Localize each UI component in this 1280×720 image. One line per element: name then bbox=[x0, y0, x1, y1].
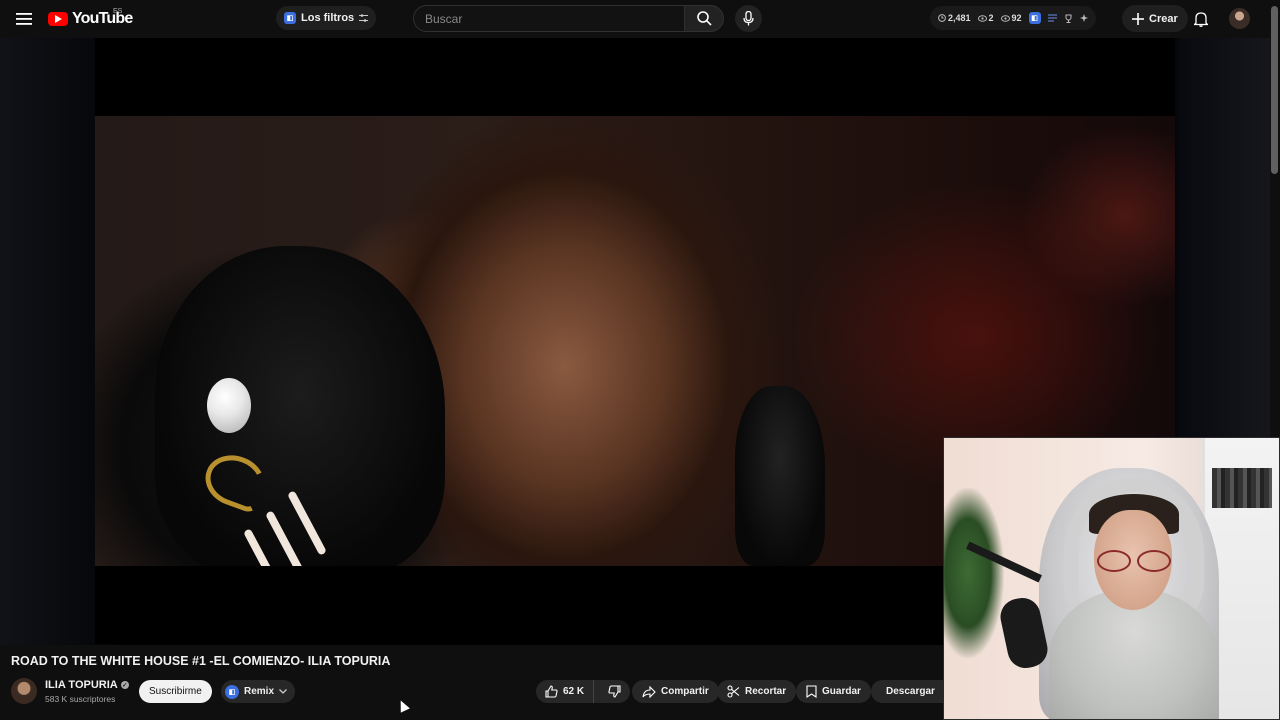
search-field[interactable] bbox=[413, 5, 685, 32]
search-icon bbox=[696, 11, 712, 26]
dislike-button[interactable] bbox=[599, 680, 630, 703]
video-title: ROAD TO THE WHITE HOUSE #1 -EL COMIENZO-… bbox=[11, 654, 391, 668]
youtube-play-icon bbox=[48, 12, 68, 26]
share-button[interactable]: Compartir bbox=[632, 680, 719, 703]
stats-extension-chip[interactable]: 2,481 2 92 ◧ bbox=[930, 6, 1096, 30]
extension-icon[interactable]: ◧ bbox=[1028, 12, 1041, 24]
clip-button[interactable]: Recortar bbox=[717, 680, 797, 703]
list-icon[interactable] bbox=[1047, 14, 1057, 22]
clip-label: Recortar bbox=[745, 686, 787, 697]
create-label: Crear bbox=[1149, 12, 1178, 25]
chevron-down-icon bbox=[279, 689, 287, 694]
download-label: Descargar bbox=[886, 686, 935, 697]
like-count: 62 K bbox=[563, 686, 585, 697]
scissors-icon bbox=[727, 685, 740, 698]
region-code: ES bbox=[113, 8, 123, 15]
verified-icon: ✓ bbox=[120, 681, 129, 689]
share-icon bbox=[642, 685, 656, 698]
eye-stat-b: 92 bbox=[1000, 13, 1022, 23]
webcam-glasses bbox=[1097, 550, 1171, 572]
video-glove-right bbox=[735, 386, 825, 566]
webcam-plant bbox=[944, 488, 1004, 658]
watch-time-stat: 2,481 bbox=[938, 13, 971, 23]
filters-extension-chip[interactable]: ◧ Los filtros bbox=[276, 6, 377, 30]
menu-button[interactable] bbox=[10, 5, 38, 33]
extension-icon: ◧ bbox=[284, 12, 296, 24]
search-button[interactable] bbox=[684, 5, 724, 32]
channel-name-link[interactable]: ILIA TOPURIA ✓ bbox=[45, 679, 129, 691]
page-scrollbar[interactable] bbox=[1271, 6, 1278, 174]
filters-label: Los filtros bbox=[301, 12, 355, 24]
plus-icon bbox=[1132, 12, 1144, 25]
notifications-button[interactable] bbox=[1190, 8, 1212, 30]
tune-icon bbox=[359, 14, 369, 22]
webcam-overlay bbox=[943, 437, 1280, 720]
share-label: Compartir bbox=[661, 686, 709, 697]
subscriber-count: 583 K suscriptores bbox=[45, 694, 116, 704]
webcam-books bbox=[1212, 468, 1272, 508]
download-button[interactable]: Descargar bbox=[871, 680, 943, 703]
eye-stat-a: 2 bbox=[977, 13, 994, 23]
sparkle-icon[interactable] bbox=[1079, 14, 1088, 22]
voice-search-button[interactable] bbox=[735, 5, 762, 32]
logo-text: YouTube bbox=[72, 10, 133, 27]
like-button[interactable]: 62 K bbox=[536, 680, 595, 703]
clock-icon bbox=[938, 14, 946, 22]
extension-icon: ◧ bbox=[225, 684, 239, 699]
video-vaseline bbox=[207, 378, 251, 433]
remix-label: Remix bbox=[244, 686, 275, 697]
save-button[interactable]: Guardar bbox=[796, 680, 871, 703]
create-button[interactable]: Crear bbox=[1122, 5, 1188, 32]
thumbs-down-icon bbox=[608, 685, 621, 698]
bell-icon bbox=[1194, 12, 1208, 27]
menu-icon bbox=[16, 13, 32, 25]
mouse-cursor-icon bbox=[396, 698, 410, 713]
thumbs-up-icon bbox=[545, 685, 558, 698]
remix-button[interactable]: ◧ Remix bbox=[221, 680, 296, 703]
eye-icon bbox=[1000, 14, 1010, 22]
channel-avatar[interactable] bbox=[11, 678, 37, 704]
trophy-icon[interactable] bbox=[1064, 14, 1073, 23]
bookmark-icon bbox=[806, 685, 817, 698]
like-dislike-group: 62 K bbox=[536, 680, 631, 703]
account-avatar[interactable] bbox=[1229, 8, 1250, 29]
eye-icon bbox=[977, 14, 987, 22]
save-label: Guardar bbox=[822, 686, 861, 697]
search-input[interactable] bbox=[425, 11, 674, 26]
subscribe-button[interactable]: Suscribirme bbox=[139, 680, 212, 703]
youtube-logo[interactable]: YouTube ES bbox=[48, 8, 133, 28]
mic-icon bbox=[743, 11, 754, 26]
channel-name: ILIA TOPURIA bbox=[45, 679, 118, 691]
